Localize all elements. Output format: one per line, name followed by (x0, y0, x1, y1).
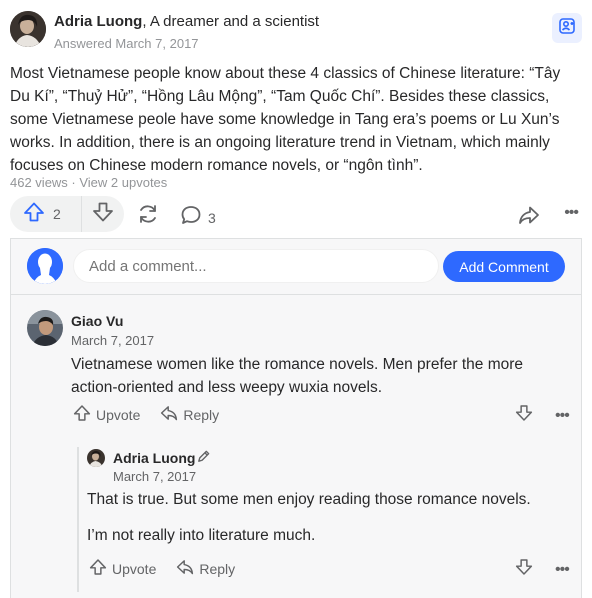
answer-stats[interactable]: 462 views · View 2 upvotes (10, 175, 167, 190)
reply-icon (176, 558, 199, 579)
comment-item: Giao Vu March 7, 2017 Vietnamese women l… (11, 296, 581, 436)
add-comment-row: Add Comment (11, 239, 581, 295)
upvote-count: 2 (53, 206, 61, 222)
comment-text: That is true. But some men enjoy reading… (87, 491, 531, 508)
request-button[interactable] (552, 13, 582, 43)
forward-button[interactable] (518, 204, 540, 231)
comment-upvote-label: Upvote (96, 406, 141, 423)
reply-icon (160, 404, 183, 425)
upvote-icon (73, 404, 96, 425)
comment-actions: Upvote Reply (73, 404, 239, 425)
upvote-icon (23, 201, 45, 228)
comment-reply-label: Reply (199, 560, 236, 577)
comments-panel: Add Comment Giao Vu March 7, 2017 Vietna… (10, 238, 582, 598)
downvote-button[interactable] (82, 196, 124, 232)
comment-button[interactable]: 3 (180, 204, 216, 231)
forward-icon (518, 206, 540, 230)
comment-upvote-button[interactable]: Upvote (73, 404, 140, 425)
more-icon[interactable]: ••• (555, 407, 570, 425)
request-icon (558, 17, 576, 40)
commenter-name[interactable]: Adria Luong (113, 450, 195, 466)
comment-reply-button[interactable]: Reply (176, 558, 235, 579)
answered-date[interactable]: Answered March 7, 2017 (54, 36, 199, 51)
downvote-icon[interactable] (515, 404, 533, 427)
comment-reply-item: Adria Luong March 7, 2017 That is true. … (11, 444, 581, 594)
comment-date[interactable]: March 7, 2017 (113, 469, 196, 484)
add-comment-button[interactable]: Add Comment (443, 251, 565, 282)
pencil-icon (196, 449, 211, 469)
commenter-name[interactable]: Giao Vu (71, 313, 123, 329)
author-name[interactable]: Adria Luong (54, 13, 142, 30)
share-icon (136, 205, 160, 230)
downvote-icon[interactable] (515, 558, 533, 581)
comment-right-actions: ••• (515, 558, 570, 581)
author-credential: , A dreamer and a scientist (142, 13, 320, 30)
downvote-icon (92, 201, 114, 228)
current-user-avatar (27, 248, 63, 284)
author-line: Adria Luong, A dreamer and a scientist (54, 13, 319, 30)
commenter-avatar[interactable] (27, 310, 63, 346)
commenter-avatar[interactable] (87, 449, 105, 467)
share-button[interactable] (136, 202, 160, 231)
comment-text-second: I’m not really into literature much. (87, 527, 316, 544)
comment-upvote-label: Upvote (112, 560, 157, 577)
author-avatar[interactable] (10, 11, 46, 47)
comment-actions: Upvote Reply (89, 558, 255, 579)
comment-icon (180, 204, 202, 231)
more-icon[interactable]: ••• (564, 204, 579, 222)
comment-upvote-button[interactable]: Upvote (89, 558, 156, 579)
comment-reply-label: Reply (183, 406, 220, 423)
answer-body: Most Vietnamese people know about these … (10, 65, 561, 174)
upvote-button[interactable]: 2 (10, 196, 82, 232)
comment-right-actions: ••• (515, 404, 570, 427)
answer-header: Adria Luong, A dreamer and a scientist A… (10, 11, 582, 55)
comment-text: Vietnamese women like the romance novels… (71, 356, 524, 396)
answer-action-bar: 2 3 ••• (10, 196, 582, 234)
comment-reply-button[interactable]: Reply (160, 404, 219, 425)
upvote-icon (89, 558, 112, 579)
comment-input[interactable] (73, 249, 439, 283)
comment-date[interactable]: March 7, 2017 (71, 333, 154, 348)
comment-count: 3 (208, 209, 216, 226)
more-icon[interactable]: ••• (555, 561, 570, 579)
vote-pill: 2 (10, 196, 124, 232)
